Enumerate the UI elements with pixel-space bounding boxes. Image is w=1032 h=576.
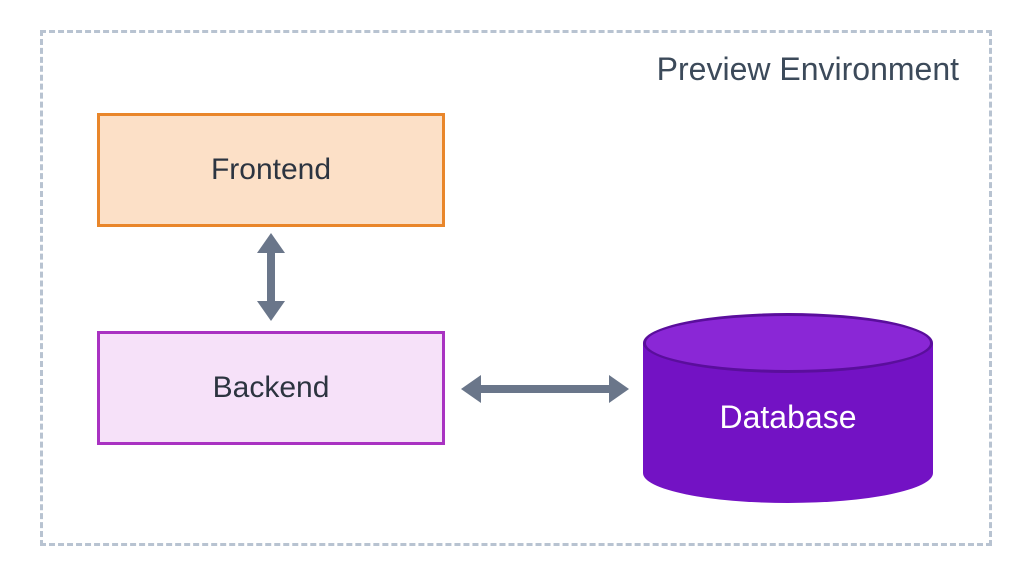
arrowhead-down-icon [257,301,285,321]
frontend-node: Frontend [97,113,445,227]
arrow-line [267,247,275,307]
environment-container: Preview Environment Frontend Backend Dat… [40,30,992,546]
frontend-label: Frontend [211,153,331,187]
arrow-backend-database [461,383,629,395]
environment-title: Preview Environment [657,51,959,88]
arrow-frontend-backend [265,233,277,321]
backend-label: Backend [213,371,330,405]
backend-node: Backend [97,331,445,445]
arrow-line [475,385,615,393]
arrowhead-right-icon [609,375,629,403]
database-label: Database [643,313,933,503]
database-node: Database [643,313,933,503]
